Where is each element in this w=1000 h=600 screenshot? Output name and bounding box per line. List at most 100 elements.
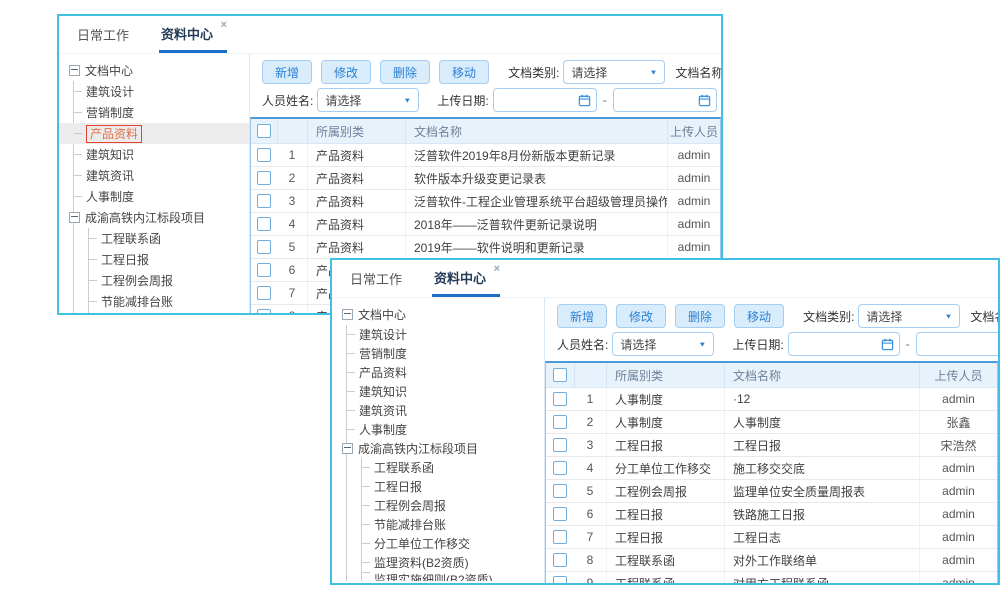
tree-item[interactable]: 工程联系函 <box>362 458 540 477</box>
row-checkbox[interactable] <box>257 263 271 277</box>
table-header-row: 所属别类 文档名称 上传人员 <box>546 363 997 388</box>
add-button[interactable]: 新增 <box>262 60 312 84</box>
tree-item[interactable]: 产品资料 <box>347 363 540 382</box>
tree-item[interactable]: 工程例会周报 <box>362 496 540 515</box>
move-button[interactable]: 移动 <box>439 60 489 84</box>
uploader-column-header: 上传人员 <box>667 119 720 143</box>
upload-date-end-input[interactable] <box>613 88 717 112</box>
tree-item[interactable]: 营销制度 <box>74 102 245 123</box>
row-checkbox[interactable] <box>553 530 567 544</box>
row-checkbox[interactable] <box>553 415 567 429</box>
table-row[interactable]: 3 工程日报 工程日报 宋浩然 <box>546 434 997 457</box>
upload-date-label: 上传日期: <box>732 336 783 353</box>
tab-daily-work[interactable]: 日常工作 <box>348 260 404 297</box>
tab-data-center[interactable]: 资料中心 × <box>159 16 227 53</box>
row-checkbox[interactable] <box>257 148 271 162</box>
add-button[interactable]: 新增 <box>557 304 607 328</box>
table-row[interactable]: 1 人事制度 ·12 admin <box>546 388 997 411</box>
tree-item[interactable]: 建筑设计 <box>74 81 245 102</box>
table-row[interactable]: 4 分工单位工作移交 施工移交交底 admin <box>546 457 997 480</box>
table-row[interactable]: 1 产品资料 泛普软件2019年8月份新版本更新记录 admin <box>251 144 720 167</box>
table-row[interactable]: 8 工程联系函 对外工作联络单 admin <box>546 549 997 572</box>
tree-item[interactable]: 工程日报 <box>89 249 245 270</box>
close-icon[interactable]: × <box>494 264 500 274</box>
row-checkbox[interactable] <box>553 392 567 406</box>
close-icon[interactable]: × <box>221 20 227 30</box>
select-all-checkbox[interactable] <box>257 124 271 138</box>
tree-subroot-project[interactable]: 成渝高铁内江标段项目 <box>342 439 540 458</box>
move-button[interactable]: 移动 <box>734 304 784 328</box>
upload-date-start-input[interactable] <box>493 88 597 112</box>
tree-item-clipped[interactable]: 监理实施细则(B2资质) <box>362 572 540 581</box>
documents-table: 所属别类 文档名称 上传人员 1 人事制度 ·12 admin <box>545 361 998 583</box>
category-column-header: 所属别类 <box>606 363 724 387</box>
tree-item[interactable]: 建筑知识 <box>347 382 540 401</box>
tab-daily-work[interactable]: 日常工作 <box>75 16 131 53</box>
doc-name-label: 文档名称: <box>970 308 998 325</box>
tree-item[interactable]: 建筑资讯 <box>74 165 245 186</box>
calendar-icon <box>881 338 894 351</box>
tree-item[interactable]: 节能减排台账 <box>362 515 540 534</box>
table-row[interactable]: 5 产品资料 2019年——软件说明和更新记录 admin <box>251 236 720 259</box>
tree-item[interactable]: 工程联系函 <box>89 228 245 249</box>
tree-root-document-center[interactable]: 文档中心 <box>69 59 245 81</box>
table-row[interactable]: 4 产品资料 2018年——泛普软件更新记录说明 admin <box>251 213 720 236</box>
row-checkbox[interactable] <box>553 484 567 498</box>
row-checkbox[interactable] <box>257 217 271 231</box>
date-range-separator: - <box>603 93 607 107</box>
tree-root-document-center[interactable]: 文档中心 <box>342 303 540 325</box>
tree-item[interactable]: 分工单位工作移交 <box>89 312 245 313</box>
table-row[interactable]: 9 工程联系函 对甲方工程联系函 admin <box>546 572 997 583</box>
doc-type-select[interactable]: 请选择 ▼ <box>563 60 665 84</box>
tree-item[interactable]: 营销制度 <box>347 344 540 363</box>
calendar-icon <box>578 94 591 107</box>
row-checkbox[interactable] <box>257 194 271 208</box>
collapse-icon[interactable] <box>342 309 353 320</box>
person-name-select[interactable]: 请选择 ▼ <box>317 88 419 112</box>
delete-button[interactable]: 删除 <box>380 60 430 84</box>
row-checkbox[interactable] <box>553 507 567 521</box>
table-row[interactable]: 3 产品资料 泛普软件-工程企业管理系统平台超级管理员操作手册 admin <box>251 190 720 213</box>
tree-item[interactable]: 产品资料 <box>59 123 249 144</box>
row-checkbox[interactable] <box>257 286 271 300</box>
person-name-select[interactable]: 请选择 ▼ <box>612 332 714 356</box>
modify-button[interactable]: 修改 <box>616 304 666 328</box>
table-header-row: 所属别类 文档名称 上传人员 <box>251 119 720 144</box>
collapse-icon[interactable] <box>69 65 80 76</box>
collapse-icon[interactable] <box>69 212 80 223</box>
upload-date-end-input[interactable] <box>916 332 998 356</box>
tree-item[interactable]: 人事制度 <box>74 186 245 207</box>
row-checkbox[interactable] <box>553 438 567 452</box>
tab-data-center[interactable]: 资料中心 × <box>432 260 500 297</box>
tree-item[interactable]: 分工单位工作移交 <box>362 534 540 553</box>
tree-item[interactable]: 工程日报 <box>362 477 540 496</box>
collapse-icon[interactable] <box>342 443 353 454</box>
person-name-label: 人员姓名: <box>557 336 608 353</box>
row-checkbox[interactable] <box>257 171 271 185</box>
table-row[interactable]: 6 工程日报 铁路施工日报 admin <box>546 503 997 526</box>
table-row[interactable]: 7 工程日报 工程日志 admin <box>546 526 997 549</box>
table-row[interactable]: 5 工程例会周报 监理单位安全质量周报表 admin <box>546 480 997 503</box>
select-all-checkbox[interactable] <box>553 368 567 382</box>
upload-date-start-input[interactable] <box>788 332 900 356</box>
row-checkbox[interactable] <box>257 309 271 313</box>
row-checkbox[interactable] <box>553 553 567 567</box>
table-row[interactable]: 2 产品资料 软件版本升级变更记录表 admin <box>251 167 720 190</box>
row-checkbox[interactable] <box>553 461 567 475</box>
doc-type-select[interactable]: 请选择 ▼ <box>858 304 960 328</box>
row-checkbox[interactable] <box>257 240 271 254</box>
tree-item[interactable]: 节能减排台账 <box>89 291 245 312</box>
row-checkbox[interactable] <box>553 576 567 583</box>
tree-item[interactable]: 建筑设计 <box>347 325 540 344</box>
tree-item[interactable]: 建筑资讯 <box>347 401 540 420</box>
modify-button[interactable]: 修改 <box>321 60 371 84</box>
tree-subroot-project[interactable]: 成渝高铁内江标段项目 <box>69 207 245 228</box>
table-row[interactable]: 2 人事制度 人事制度 张鑫 <box>546 411 997 434</box>
tree-item[interactable]: 建筑知识 <box>74 144 245 165</box>
tree-item[interactable]: 监理资料(B2资质) <box>362 553 540 572</box>
tree-item[interactable]: 人事制度 <box>347 420 540 439</box>
tree-item[interactable]: 工程例会周报 <box>89 270 245 291</box>
delete-button[interactable]: 删除 <box>675 304 725 328</box>
doc-type-label: 文档类别: <box>508 64 559 81</box>
tab-bar: 日常工作 资料中心 × <box>59 16 721 54</box>
